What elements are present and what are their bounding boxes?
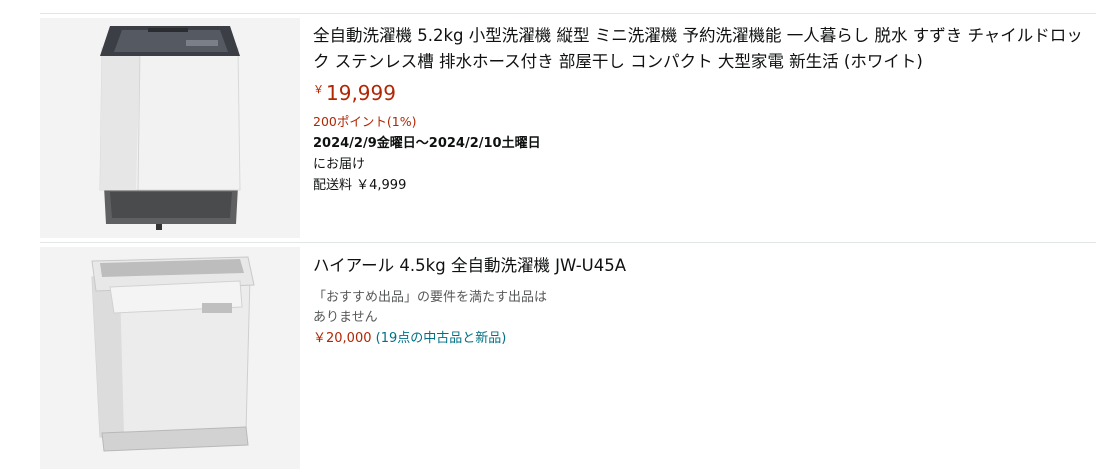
product-price[interactable]: ￥ 19,999 (313, 80, 1088, 110)
no-offer-text: 「おすすめ出品」の要件を満たす出品は (313, 290, 548, 305)
offers-link[interactable]: (19点の中古品と新品) (376, 331, 507, 346)
offer-line: ￥20,000 (19点の中古品と新品) (313, 328, 1088, 349)
product-title[interactable]: ハイアール 4.5kg 全自動洗濯機 JW-U45A (313, 253, 1088, 279)
points-text: 200ポイント(1%) (313, 114, 417, 129)
product-title[interactable]: 全自動洗濯機 5.2kg 小型洗濯機 縦型 ミニ洗濯機 予約洗濯機能 一人暮らし… (313, 23, 1088, 75)
product-info: ハイアール 4.5kg 全自動洗濯機 JW-U45A 「おすすめ出品」の要件を満… (313, 247, 1088, 349)
product-card: 全自動洗濯機 5.2kg 小型洗濯機 縦型 ミニ洗濯機 予約洗濯機能 一人暮らし… (40, 18, 1096, 238)
top-divider (40, 13, 1096, 14)
delivery-date: 2024/2/9金曜日～2024/2/10土曜日 (313, 136, 541, 151)
no-offer-text-line2: ありません (313, 310, 378, 325)
shipping-fee: 配送料 ￥4,999 (313, 178, 407, 193)
product-info: 全自動洗濯機 5.2kg 小型洗濯機 縦型 ミニ洗濯機 予約洗濯機能 一人暮らし… (313, 18, 1088, 196)
washing-machine-icon (91, 256, 255, 452)
product-image[interactable] (40, 18, 300, 238)
offer-price: ￥20,000 (313, 331, 372, 346)
card-divider (40, 242, 1096, 243)
product-card: ハイアール 4.5kg 全自動洗濯機 JW-U45A 「おすすめ出品」の要件を満… (40, 247, 1096, 469)
price-currency: ￥ (313, 83, 324, 96)
product-image[interactable] (40, 247, 300, 469)
price-value: 19,999 (326, 81, 396, 105)
washing-machine-icon (99, 26, 241, 230)
delivery-suffix: にお届け (313, 157, 366, 172)
